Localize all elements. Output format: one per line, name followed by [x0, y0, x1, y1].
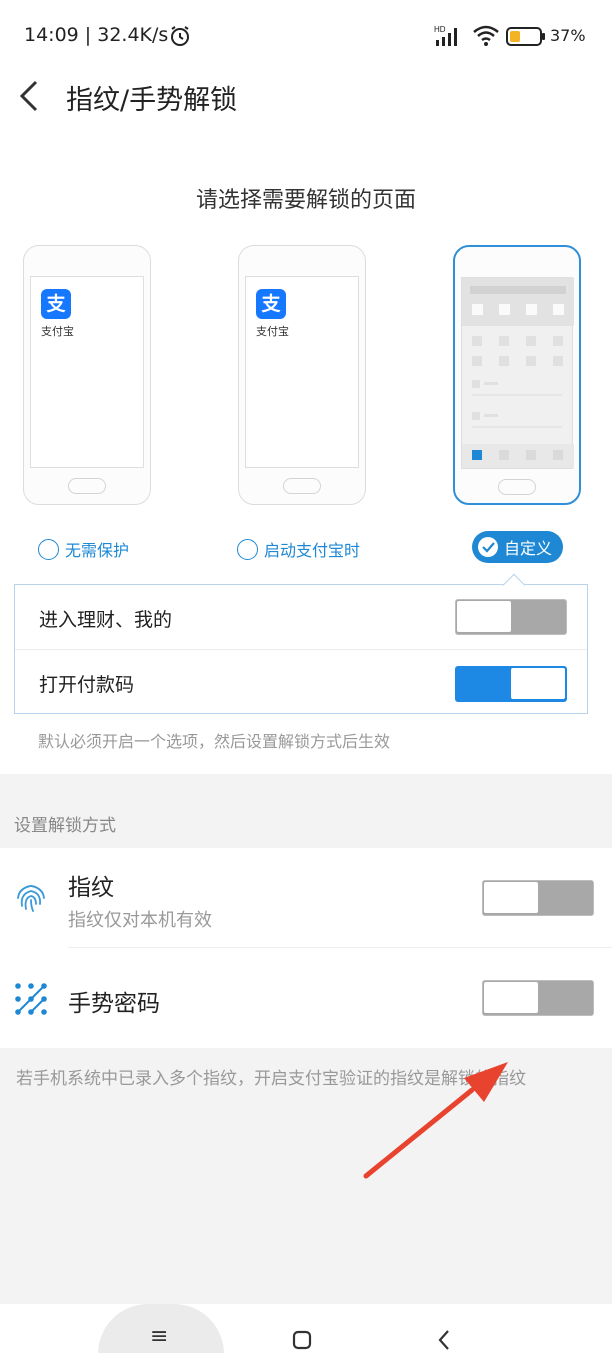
status-time: 14:09 | 32.4K/s — [24, 24, 169, 46]
phone-screen: 支 支付宝 — [245, 276, 359, 468]
finance-toggle[interactable] — [455, 599, 567, 635]
app-label: 支付宝 — [41, 325, 74, 338]
unlock-method-list: 指纹 指纹仅对本机有效 手势密码 — [0, 848, 612, 1048]
page-title: 指纹/手势解锁 — [66, 85, 238, 116]
system-nav-bar: ≡ — [0, 1304, 612, 1353]
fingerprint-footnote: 若手机系统中已录入多个指纹，开启支付宝验证的指纹是解锁的指纹 — [16, 1069, 526, 1089]
app-label: 支付宝 — [256, 325, 289, 338]
unlock-section-label: 设置解锁方式 — [14, 816, 116, 836]
toggle-knob — [484, 982, 538, 1013]
gesture-title: 手势密码 — [68, 991, 160, 1017]
alipay-icon: 支 — [256, 289, 286, 319]
app-wireframe — [462, 278, 574, 468]
battery-percent: 37% — [550, 26, 586, 45]
option-label: 无需保护 — [65, 541, 130, 560]
home-button-shape — [68, 478, 106, 494]
fingerprint-toggle[interactable] — [482, 880, 594, 916]
checkmark-icon — [478, 537, 498, 557]
divider — [68, 947, 612, 948]
home-icon[interactable] — [288, 1326, 316, 1353]
back-arrow-icon[interactable] — [16, 78, 44, 114]
radio-unchecked-icon[interactable] — [38, 538, 59, 560]
option-custom-selected[interactable]: 自定义 — [472, 531, 563, 563]
header: 指纹/手势解锁 — [0, 70, 612, 130]
custom-row-paycode: 打开付款码 — [15, 649, 587, 713]
phone-preview-custom[interactable] — [453, 245, 581, 505]
menu-icon[interactable]: ≡ — [150, 1324, 168, 1349]
phone-screen: 支 支付宝 — [30, 276, 144, 468]
phone-screen — [461, 277, 574, 469]
option-label: 自定义 — [504, 539, 553, 558]
toggle-knob — [484, 882, 538, 913]
paycode-toggle[interactable] — [455, 666, 567, 702]
back-icon[interactable] — [430, 1326, 458, 1353]
radio-unchecked-icon[interactable] — [237, 538, 258, 560]
option-no-protection[interactable]: 无需保护 — [38, 534, 129, 564]
wifi-icon — [473, 25, 499, 46]
status-bar: 14:09 | 32.4K/s HD 37% — [0, 0, 612, 70]
battery-icon — [506, 27, 545, 46]
section-title: 请选择需要解锁的页面 — [195, 188, 416, 213]
phone-preview-no-protection[interactable]: 支 支付宝 — [23, 245, 151, 505]
svg-text:HD: HD — [434, 25, 446, 34]
alarm-icon — [171, 26, 189, 46]
gesture-toggle[interactable] — [482, 980, 594, 1016]
toggle-knob — [511, 668, 565, 699]
custom-hint: 默认必须开启一个选项，然后设置解锁方式后生效 — [38, 732, 391, 751]
fingerprint-subtitle: 指纹仅对本机有效 — [68, 910, 212, 931]
home-button-shape — [283, 478, 321, 494]
toggle-knob — [457, 601, 511, 632]
option-on-launch[interactable]: 启动支付宝时 — [237, 534, 360, 564]
phone-preview-on-launch[interactable]: 支 支付宝 — [238, 245, 366, 505]
fingerprint-icon — [17, 885, 45, 912]
option-label: 启动支付宝时 — [264, 541, 361, 560]
custom-row-finance: 进入理财、我的 — [15, 585, 587, 649]
row-label: 打开付款码 — [39, 674, 135, 696]
gesture-icon — [15, 983, 47, 1015]
alipay-icon: 支 — [41, 289, 71, 319]
signal-icon: HD — [434, 25, 457, 46]
fingerprint-title: 指纹 — [68, 875, 114, 901]
home-button-shape — [498, 479, 536, 495]
custom-options-panel: 进入理财、我的 打开付款码 — [14, 584, 588, 714]
row-label: 进入理财、我的 — [39, 609, 173, 631]
